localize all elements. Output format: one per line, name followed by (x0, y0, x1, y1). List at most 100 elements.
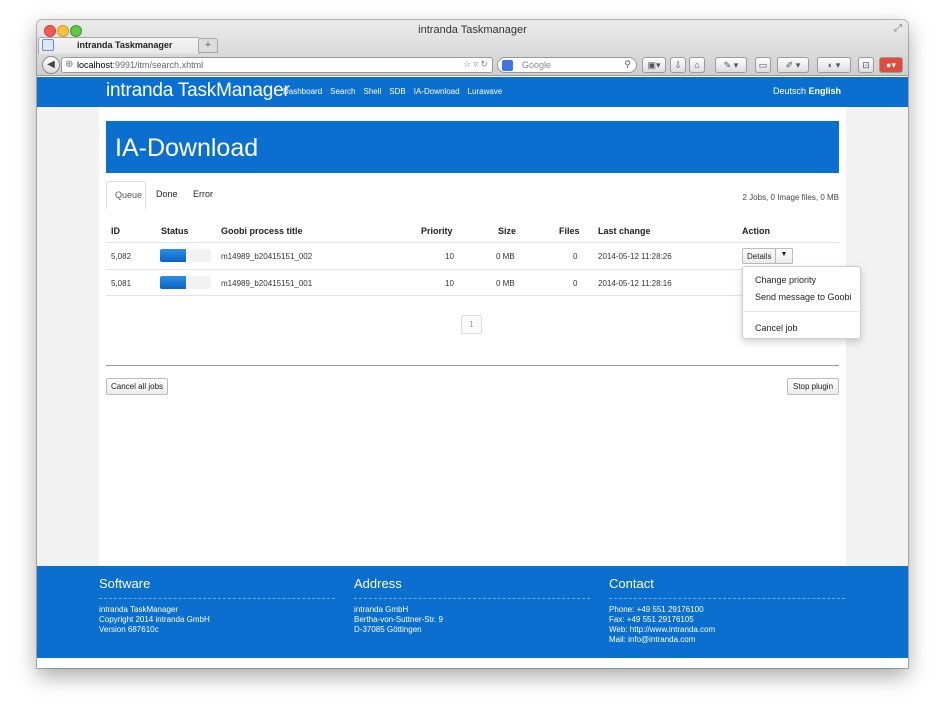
header-last-change: Last change (598, 226, 651, 236)
tab-error[interactable]: Error (185, 181, 221, 209)
footer-address-heading: Address (354, 576, 402, 591)
language-switcher: Deutsch English (773, 86, 841, 96)
browser-window: intranda Taskmanager ⤢ intranda Taskmana… (37, 20, 908, 668)
table-row: 5,082 m14989_b20415151_002 10 0 MB 0 201… (106, 242, 839, 269)
url-text: localhost:9991/itm/search.xhtml (77, 60, 204, 70)
cell-size: 0 MB (496, 279, 515, 288)
cell-id: 5,081 (111, 279, 132, 288)
header-status: Status (161, 226, 189, 236)
extension-icon[interactable]: ✎ ▾ (715, 57, 747, 73)
footer-separator (609, 598, 845, 599)
details-button[interactable]: Details ▼ (742, 248, 793, 264)
content-panel (99, 107, 846, 566)
bookmarks-icon[interactable]: ▣▾ (642, 57, 666, 73)
adblock-icon[interactable]: ●▾ (879, 57, 903, 73)
footer-contact-heading: Contact (609, 576, 654, 591)
window-title: intranda Taskmanager (418, 24, 527, 36)
header-files: Files (559, 226, 580, 236)
lang-deutsch[interactable]: Deutsch (773, 86, 806, 96)
footer-address: Address intranda GmbH Bertha-von-Suttner… (354, 576, 590, 635)
globe-icon: ⊕ (65, 59, 74, 70)
note-icon[interactable]: ▭ (755, 57, 771, 73)
footer-software-line: Version 687610c (99, 625, 159, 634)
footer-mail-link[interactable]: Mail: info@intranda.com (609, 635, 845, 645)
jobs-summary: 2 Jobs, 0 Image files, 0 MB (742, 193, 840, 202)
browser-titlebar: intranda Taskmanager ⤢ intranda Taskmana… (37, 20, 908, 76)
footer-contact: Contact Phone: +49 551 29176100 Fax: +49… (609, 576, 845, 645)
cell-priority: 10 (445, 279, 454, 288)
cell-last-change: 2014-05-12 11:28:16 (598, 279, 672, 288)
status-progress-bar (160, 249, 211, 262)
fullscreen-icon[interactable]: ⤢ (894, 23, 902, 34)
new-tab-button[interactable]: + (198, 38, 218, 53)
tool-icon[interactable]: ✐ ▾ (777, 57, 809, 73)
action-dropdown: Change priority Send message to Goobi Ca… (742, 266, 861, 339)
cell-priority: 10 (445, 252, 454, 261)
screenshot-icon[interactable]: ⊡ (858, 57, 874, 73)
browser-tab[interactable]: intranda Taskmanager (38, 37, 200, 54)
search-placeholder: Google (522, 60, 552, 70)
footer-web-link[interactable]: Web: http://www.intranda.com (609, 625, 845, 635)
favicon-icon (42, 39, 54, 51)
details-label: Details (747, 252, 772, 261)
nav-sdb[interactable]: SDB (389, 87, 405, 96)
tab-queue[interactable]: Queue (106, 181, 146, 209)
footer-phone: Phone: +49 551 29176100 (609, 605, 704, 614)
cell-files: 0 (573, 279, 578, 288)
lang-english[interactable]: English (809, 86, 842, 96)
header-size: Size (498, 226, 517, 236)
cell-size: 0 MB (496, 252, 515, 261)
stop-plugin-button[interactable]: Stop plugin (787, 378, 839, 395)
cell-id: 5,082 (111, 252, 132, 261)
footer-fax: Fax: +49 551 29176105 (609, 615, 694, 624)
cell-title: m14989_b20415151_001 (221, 279, 313, 288)
status-progress-fill (160, 276, 186, 289)
footer-address-line: Bertha-von-Suttner-Str. 9 (354, 615, 443, 624)
nav-shell[interactable]: Shell (364, 87, 382, 96)
download-icon[interactable]: ⇩ (670, 57, 686, 73)
reload-icon[interactable]: ☆ ▿ ↻ (463, 59, 488, 70)
chevron-down-icon[interactable]: ▼ (775, 248, 792, 264)
footer-software-heading: Software (99, 576, 151, 591)
menu-cancel-job[interactable]: Cancel job (755, 323, 798, 333)
app-brand[interactable]: intranda TaskManager (106, 80, 290, 102)
google-engine-icon[interactable] (502, 60, 513, 71)
menu-change-priority[interactable]: Change priority (755, 275, 816, 285)
footer: Software intranda TaskManager Copyright … (37, 566, 908, 658)
app-header: intranda TaskManager Dashboard Search Shel… (37, 77, 908, 107)
cancel-all-jobs-button[interactable]: Cancel all jobs (106, 378, 168, 395)
back-button[interactable]: ◀ (42, 56, 60, 74)
browser-tab-label: intranda Taskmanager (77, 40, 173, 50)
page-title: IA-Download (115, 134, 259, 162)
footer-software-line: Copyright 2014 intranda GmbH (99, 615, 210, 624)
addon-icon[interactable]: ◐ ▾ (817, 57, 851, 73)
tab-done[interactable]: Done (148, 181, 186, 209)
search-icon[interactable]: ⚲ (624, 59, 631, 70)
cell-title: m14989_b20415151_002 (221, 252, 313, 261)
footer-separator (354, 598, 590, 599)
nav-ia-download[interactable]: IA-Download (414, 87, 460, 96)
page-header: IA-Download (106, 121, 839, 173)
url-bar[interactable]: ⊕ localhost:9991/itm/search.xhtml ☆ ▿ ↻ (61, 57, 493, 73)
footer-software-line: intranda TaskManager (99, 605, 179, 614)
header-id: ID (111, 226, 120, 236)
pagination-page[interactable]: 1 (461, 315, 482, 334)
cell-files: 0 (573, 252, 578, 261)
home-icon[interactable]: ⌂ (689, 57, 705, 73)
header-priority: Priority (421, 226, 453, 236)
nav-lurawave[interactable]: Lurawave (468, 87, 503, 96)
search-bar[interactable]: Google ⚲ (497, 57, 637, 73)
main-nav: Dashboard Search Shell SDB IA-Download Lurawa… (283, 87, 510, 96)
nav-dashboard[interactable]: Dashboard (283, 87, 322, 96)
menu-divider (744, 311, 861, 312)
divider (106, 365, 839, 366)
menu-send-message[interactable]: Send message to Goobi (755, 292, 852, 302)
nav-search[interactable]: Search (330, 87, 355, 96)
header-title: Goobi process title (221, 226, 303, 236)
header-action: Action (742, 226, 770, 236)
footer-address-line: intranda GmbH (354, 605, 409, 614)
cell-last-change: 2014-05-12 11:28:26 (598, 252, 672, 261)
footer-separator (99, 598, 335, 599)
status-progress-bar (160, 276, 211, 289)
table-row: 5,081 m14989_b20415151_001 10 0 MB 0 201… (106, 269, 839, 296)
